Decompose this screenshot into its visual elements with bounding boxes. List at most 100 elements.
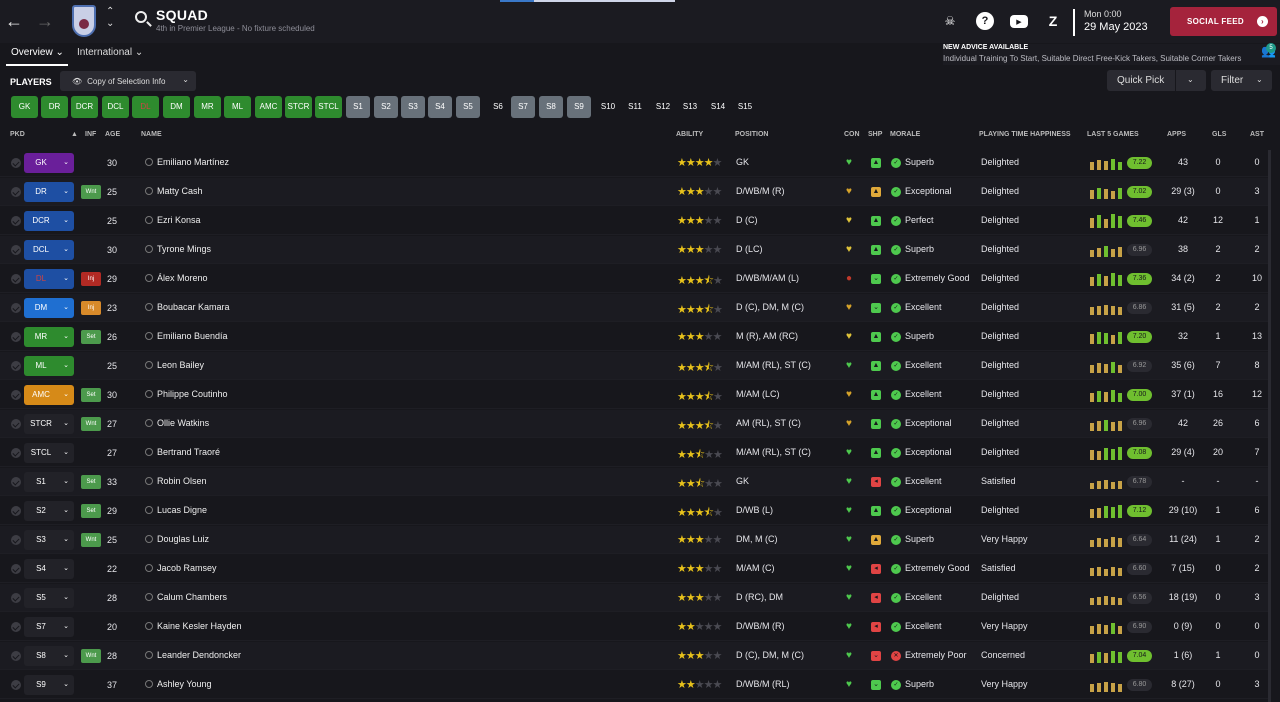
position-chip-dl[interactable]: DL: [132, 96, 159, 118]
position-chip-s4[interactable]: S4: [428, 96, 452, 118]
table-row[interactable]: S2 ⌄ Set 29 Lucas Digne ★★★⯪★ D/WB (L) ♥…: [0, 497, 1268, 525]
position-selector[interactable]: ML ⌄: [24, 356, 74, 376]
position-selector[interactable]: S9 ⌄: [24, 675, 74, 695]
col-playing-time[interactable]: PLAYING TIME HAPPINESS: [979, 131, 1071, 138]
status-tag[interactable]: Inj: [81, 301, 101, 315]
pkd-check-icon[interactable]: [11, 390, 21, 400]
player-name[interactable]: Ezri Konsa: [157, 215, 201, 225]
chevron-down-icon[interactable]: ⌄: [1187, 75, 1194, 84]
col-age[interactable]: AGE: [105, 131, 120, 138]
player-name[interactable]: Ashley Young: [157, 679, 212, 689]
pkd-check-icon[interactable]: [11, 651, 21, 661]
player-name[interactable]: Álex Moreno: [157, 273, 208, 283]
player-name[interactable]: Emiliano Martínez: [157, 157, 229, 167]
table-row[interactable]: S9 ⌄ 37 Ashley Young ★★★★★ D/WB/M (RL) ♥…: [0, 671, 1268, 699]
table-row[interactable]: S5 ⌄ 28 Calum Chambers ★★★★★ D (RC), DM …: [0, 584, 1268, 612]
position-chip-s14[interactable]: S14: [706, 96, 730, 118]
player-name[interactable]: Leon Bailey: [157, 360, 204, 370]
position-selector[interactable]: DCR ⌄: [24, 211, 74, 231]
position-chip-dr[interactable]: DR: [41, 96, 68, 118]
col-pkd[interactable]: PKD: [10, 131, 25, 138]
table-row[interactable]: DM ⌄ Inj 23 Boubacar Kamara ★★★⯪★ D (C),…: [0, 294, 1268, 322]
col-ast[interactable]: AST: [1250, 131, 1264, 138]
player-name[interactable]: Lucas Digne: [157, 505, 207, 515]
position-selector[interactable]: S3 ⌄: [24, 530, 74, 550]
club-switch-icon[interactable]: ⌃ ⌄: [106, 6, 114, 30]
social-feed-button[interactable]: SOCIAL FEED ›: [1170, 7, 1277, 36]
scrollbar[interactable]: [1268, 150, 1271, 702]
pkd-check-icon[interactable]: [11, 361, 21, 371]
position-chip-gk[interactable]: GK: [11, 96, 38, 118]
pkd-check-icon[interactable]: [11, 535, 21, 545]
status-tag[interactable]: Set: [81, 330, 101, 344]
status-tag[interactable]: Inj: [81, 272, 101, 286]
pkd-check-icon[interactable]: [11, 680, 21, 690]
player-name[interactable]: Douglas Luiz: [157, 534, 209, 544]
pkd-check-icon[interactable]: [11, 245, 21, 255]
advice-panel[interactable]: NEW ADVICE AVAILABLE Individual Training…: [943, 44, 1280, 65]
position-chip-s9[interactable]: S9: [567, 96, 591, 118]
table-row[interactable]: ML ⌄ 25 Leon Bailey ★★★⯪★ M/AM (RL), ST …: [0, 352, 1268, 380]
position-selector[interactable]: STCR ⌄: [24, 414, 74, 434]
pkd-check-icon[interactable]: [11, 506, 21, 516]
player-name[interactable]: Emiliano Buendía: [157, 331, 228, 341]
pkd-check-icon[interactable]: [11, 448, 21, 458]
position-selector[interactable]: STCL ⌄: [24, 443, 74, 463]
status-tag[interactable]: Wnt: [81, 649, 101, 663]
status-tag[interactable]: Set: [81, 504, 101, 518]
position-chip-s3[interactable]: S3: [401, 96, 425, 118]
table-row[interactable]: S3 ⌄ Wnt 25 Douglas Luiz ★★★★★ DM, M (C)…: [0, 526, 1268, 554]
player-name[interactable]: Ollie Watkins: [157, 418, 209, 428]
col-name[interactable]: NAME: [141, 131, 162, 138]
status-tag[interactable]: Set: [81, 388, 101, 402]
position-chip-s5[interactable]: S5: [456, 96, 480, 118]
position-selector[interactable]: DL ⌄: [24, 269, 74, 289]
col-shp[interactable]: SHP: [868, 131, 882, 138]
pkd-check-icon[interactable]: [11, 332, 21, 342]
position-chip-stcr[interactable]: STCR: [285, 96, 312, 118]
position-chip-s6[interactable]: S6: [486, 96, 510, 118]
club-badge[interactable]: [72, 5, 96, 37]
player-name[interactable]: Bertrand Traoré: [157, 447, 220, 457]
position-chip-s15[interactable]: S15: [733, 96, 757, 118]
player-name[interactable]: Jacob Ramsey: [157, 563, 217, 573]
z-logo-icon[interactable]: Z: [1044, 12, 1062, 30]
col-apps[interactable]: APPS: [1167, 131, 1186, 138]
table-row[interactable]: S1 ⌄ Set 33 Robin Olsen ★★⯪★★ GK ♥ ◂ ✓ E…: [0, 468, 1268, 496]
player-name[interactable]: Matty Cash: [157, 186, 203, 196]
pkd-check-icon[interactable]: [11, 158, 21, 168]
position-chip-dcl[interactable]: DCL: [102, 96, 129, 118]
status-tag[interactable]: Set: [81, 475, 101, 489]
position-chip-s1[interactable]: S1: [346, 96, 370, 118]
position-selector[interactable]: S7 ⌄: [24, 617, 74, 637]
back-arrow-icon[interactable]: ←: [5, 9, 23, 33]
pkd-check-icon[interactable]: [11, 216, 21, 226]
player-name[interactable]: Leander Dendoncker: [157, 650, 241, 660]
forward-arrow-icon[interactable]: →: [36, 9, 54, 33]
status-tag[interactable]: Wnt: [81, 185, 101, 199]
col-con[interactable]: CON: [844, 131, 860, 138]
pkd-check-icon[interactable]: [11, 187, 21, 197]
table-row[interactable]: STCR ⌄ Wnt 27 Ollie Watkins ★★★⯪★ AM (RL…: [0, 410, 1268, 438]
table-row[interactable]: S7 ⌄ 20 Kaine Kesler Hayden ★★★★★ D/WB/M…: [0, 613, 1268, 641]
position-chip-s2[interactable]: S2: [374, 96, 398, 118]
position-selector[interactable]: GK ⌄: [24, 153, 74, 173]
position-chip-s7[interactable]: S7: [511, 96, 535, 118]
status-tag[interactable]: Wnt: [81, 417, 101, 431]
player-name[interactable]: Philippe Coutinho: [157, 389, 228, 399]
position-chip-s8[interactable]: S8: [539, 96, 563, 118]
position-selector[interactable]: DR ⌄: [24, 182, 74, 202]
position-selector[interactable]: S8 ⌄: [24, 646, 74, 666]
position-selector[interactable]: DCL ⌄: [24, 240, 74, 260]
youtube-icon[interactable]: ▶: [1010, 15, 1028, 28]
position-chip-stcl[interactable]: STCL: [315, 96, 342, 118]
pkd-check-icon[interactable]: [11, 622, 21, 632]
position-selector[interactable]: AMC ⌄: [24, 385, 74, 405]
player-name[interactable]: Kaine Kesler Hayden: [157, 621, 242, 631]
position-chip-amc[interactable]: AMC: [255, 96, 282, 118]
position-chip-s13[interactable]: S13: [678, 96, 702, 118]
tab-international[interactable]: International ⌄: [77, 47, 143, 58]
position-selector[interactable]: MR ⌄: [24, 327, 74, 347]
table-row[interactable]: AMC ⌄ Set 30 Philippe Coutinho ★★★⯪★ M/A…: [0, 381, 1268, 409]
position-selector[interactable]: DM ⌄: [24, 298, 74, 318]
